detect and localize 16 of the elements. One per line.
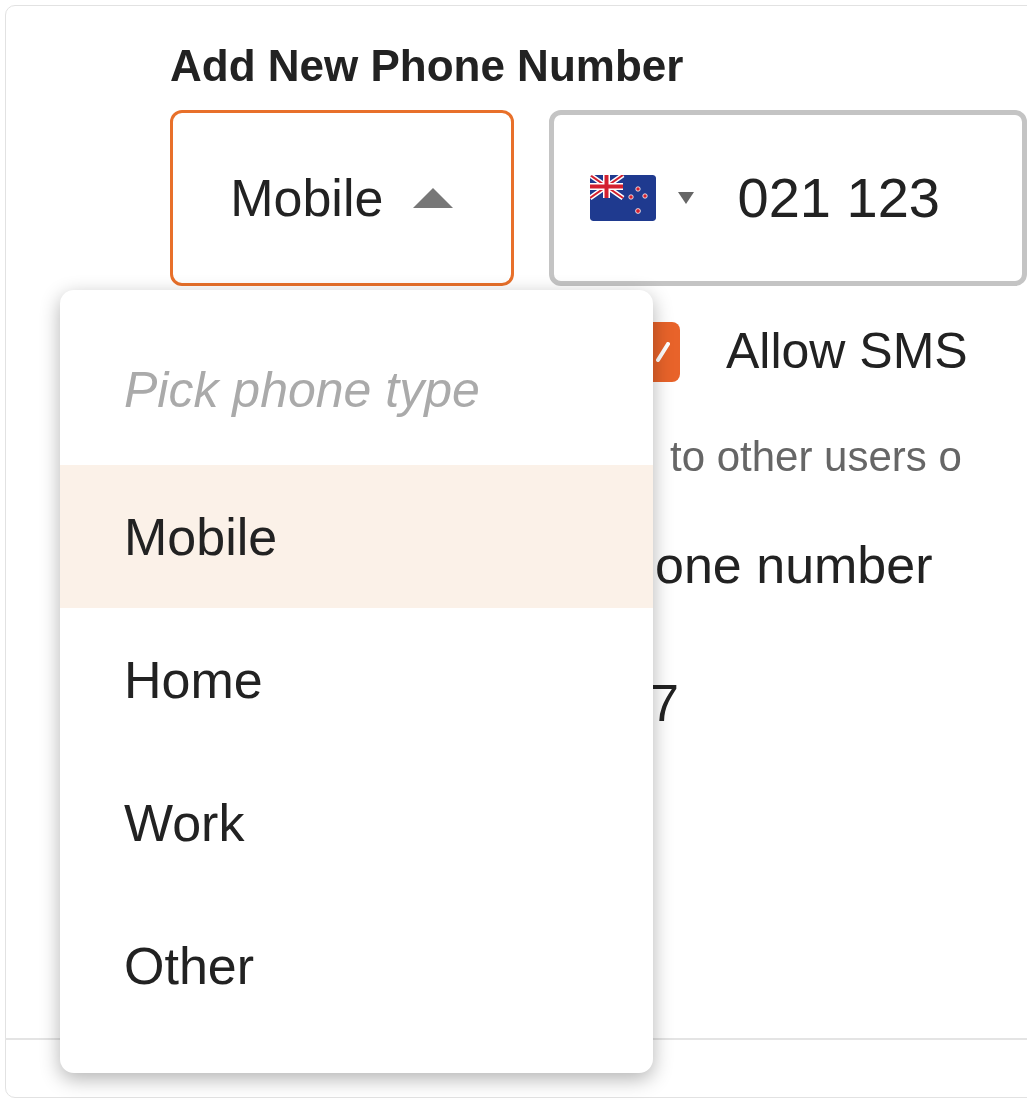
phone-input-field[interactable]: 021 123 xyxy=(548,110,1027,286)
dropdown-option[interactable]: Work xyxy=(60,751,653,894)
phone-type-select[interactable]: Mobile xyxy=(170,110,514,286)
dropdown-option[interactable]: Home xyxy=(60,608,653,751)
body-text: one number xyxy=(655,535,934,596)
dropdown-option[interactable]: Mobile xyxy=(60,465,653,608)
section-title: Add New Phone Number xyxy=(170,40,685,92)
caret-icon xyxy=(413,188,454,208)
checkbox-label: Allow SMS xyxy=(726,322,968,381)
flag-icon xyxy=(589,175,656,221)
dropdown-option[interactable]: Other xyxy=(60,894,653,1037)
check-icon xyxy=(656,341,670,362)
hint-text: to other users o xyxy=(670,432,963,482)
dropdown-header: Pick phone type xyxy=(123,361,481,420)
body-text: 7 xyxy=(650,673,680,734)
caret-icon xyxy=(677,192,694,204)
